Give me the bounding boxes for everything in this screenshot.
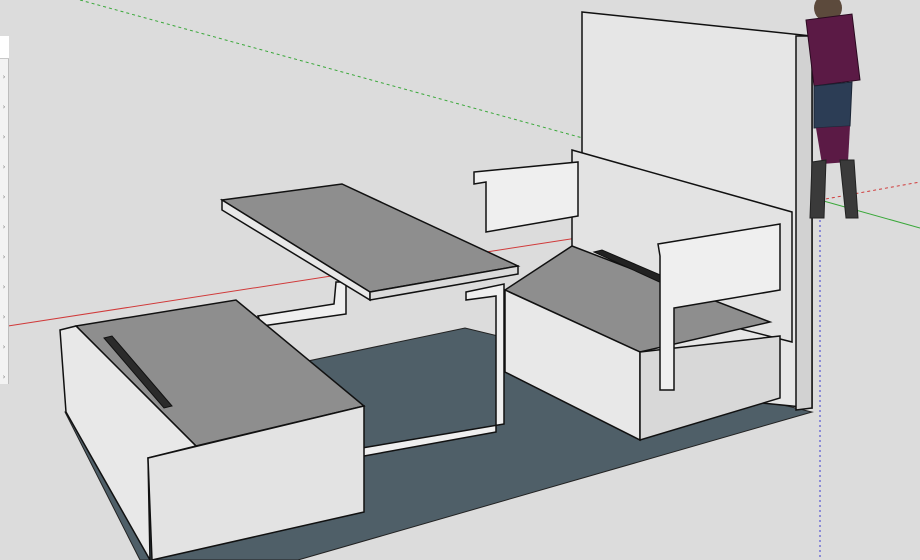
chevron-right-icon[interactable]: › xyxy=(0,282,8,292)
figure-top xyxy=(805,13,861,87)
chevron-right-icon[interactable]: › xyxy=(0,102,8,112)
figure-skirt xyxy=(813,81,853,129)
left-toolbar: › › › › › › › › › › › xyxy=(0,36,9,384)
chevron-right-icon[interactable]: › xyxy=(0,312,8,322)
chevron-right-icon[interactable]: › xyxy=(0,222,8,232)
scale-figure-person[interactable] xyxy=(805,0,861,219)
toolbar-grip[interactable] xyxy=(0,36,9,59)
wall-edge[interactable] xyxy=(795,35,813,411)
model-viewport[interactable]: › › › › › › › › › › › xyxy=(0,0,920,560)
table-leg-back[interactable] xyxy=(256,281,347,327)
chevron-right-icon[interactable]: › xyxy=(0,72,8,82)
green-axis-dashed xyxy=(79,0,591,141)
model-canvas[interactable] xyxy=(0,0,920,560)
chevron-right-icon[interactable]: › xyxy=(0,252,8,262)
red-axis-dashed xyxy=(819,181,920,201)
chevron-right-icon[interactable]: › xyxy=(0,342,8,352)
chevron-right-icon[interactable]: › xyxy=(0,372,8,382)
right-armrest-back[interactable] xyxy=(473,161,579,233)
chevron-right-icon[interactable]: › xyxy=(0,162,8,172)
figure-boot-right xyxy=(839,159,859,219)
figure-boot-left xyxy=(809,159,827,219)
figure-legs xyxy=(816,126,850,164)
chevron-right-icon[interactable]: › xyxy=(0,192,8,202)
green-axis xyxy=(819,199,920,229)
chevron-right-icon[interactable]: › xyxy=(0,132,8,142)
